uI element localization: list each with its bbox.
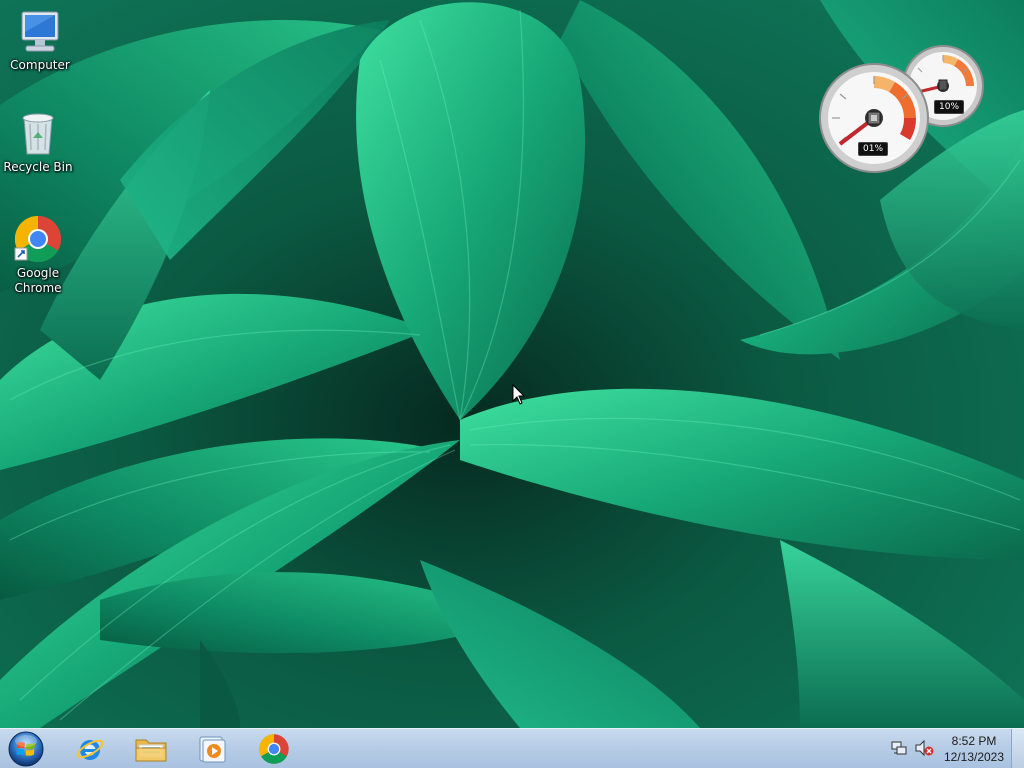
memory-readout: 10% [934,100,965,114]
taskbar-clock[interactable]: 8:52 PM 12/13/2023 [936,733,1012,765]
taskbar-google-chrome[interactable] [246,731,302,767]
windows-logo-icon [8,731,44,767]
taskbar-internet-explorer[interactable] [62,731,118,767]
chrome-icon [259,734,289,764]
cpu-dial [819,63,929,173]
folder-icon [135,739,167,762]
internet-explorer-icon [76,739,104,760]
clock-time: 8:52 PM [951,734,997,748]
media-player-icon [199,736,226,763]
desktop-icon-label-line2: Chrome [14,281,62,295]
desktop-icon-label: Google Chrome [0,266,76,296]
taskbar-windows-media-player[interactable] [184,731,240,767]
computer-icon [21,11,59,52]
volume-muted-icon[interactable] [914,739,934,757]
network-icon[interactable] [890,739,908,757]
taskbar: 8:52 PM 12/13/2023 [0,728,1024,768]
desktop-icon-label-line1: Google [16,266,60,280]
start-button[interactable] [4,730,48,768]
desktop-icon-computer[interactable]: Computer [2,8,78,73]
taskbar-windows-explorer[interactable] [123,731,179,767]
cpu-readout: 01% [858,142,889,156]
desktop-icon-recycle-bin[interactable]: Recycle Bin [0,110,76,175]
cpu-meter-gadget[interactable]: 10% 01% [818,44,990,174]
mouse-cursor [512,384,526,405]
recycle-bin-icon [22,113,54,155]
clock-date: 12/13/2023 [943,750,1005,764]
desktop-icon-label: Computer [10,58,70,72]
chrome-icon [14,215,62,263]
show-desktop-button[interactable] [1011,729,1024,768]
desktop-icon-google-chrome[interactable]: Google Chrome [0,214,76,296]
desktop-icon-label: Recycle Bin [3,160,73,174]
